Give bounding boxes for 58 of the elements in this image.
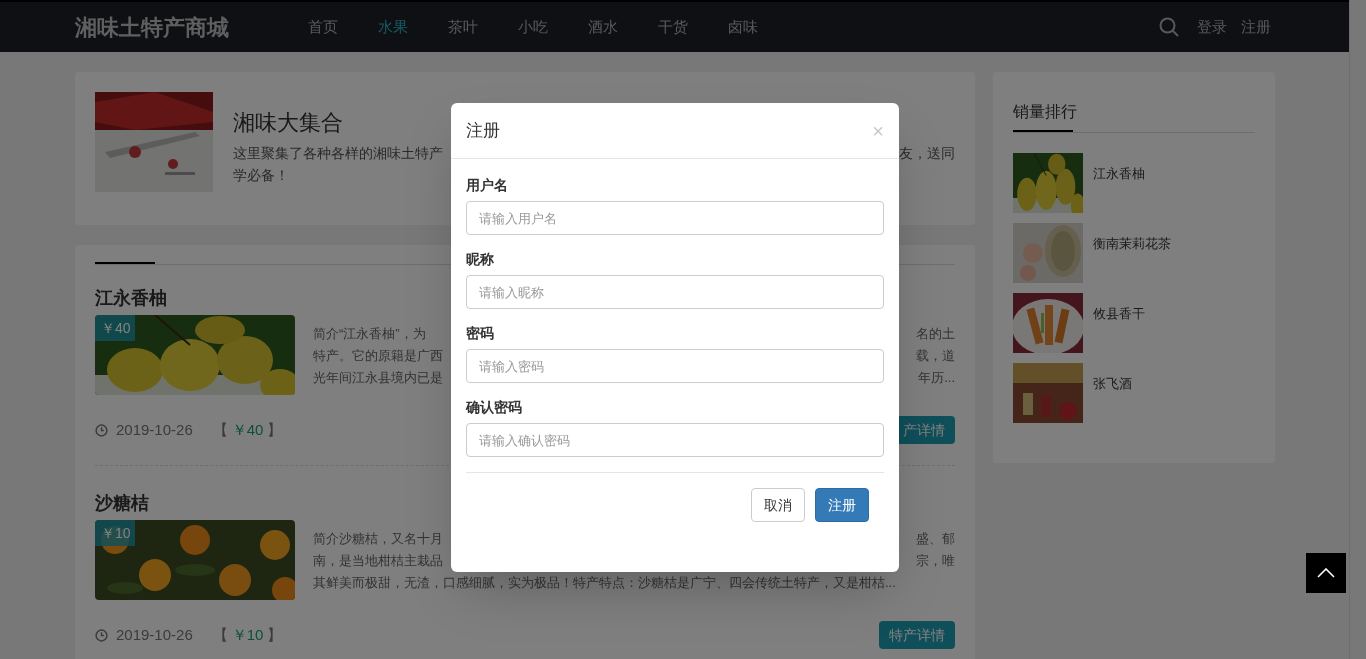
input-field[interactable]: 请输入密码	[466, 349, 884, 383]
description-text: 名的土	[916, 325, 955, 343]
price-badge: ￥10	[95, 520, 135, 546]
input-field[interactable]: 请输入用户名	[466, 201, 884, 235]
field-label: 密码	[466, 324, 495, 343]
bracket-text: 】	[267, 419, 283, 440]
dialog-title: 注册	[466, 119, 500, 142]
tab-underline	[95, 262, 155, 264]
dialog-button[interactable]: 注册	[815, 488, 869, 522]
chevron-up-icon	[1317, 568, 1335, 578]
description-text: 载，道	[916, 347, 955, 365]
nav-link[interactable]: 酒水	[588, 15, 658, 39]
intro-title: 湘味大集合	[233, 112, 343, 134]
clock-icon	[95, 423, 108, 437]
bracket-text: 】	[267, 624, 283, 645]
input-field[interactable]: 请输入确认密码	[466, 423, 884, 457]
detail-button[interactable]: 特产详情	[879, 621, 955, 649]
clock-icon	[95, 628, 108, 642]
nav-link[interactable]: 茶叶	[448, 15, 518, 39]
brand-logo[interactable]: 湘味土特产商城	[75, 10, 308, 44]
description-text: 友，送同	[899, 144, 955, 163]
price-text: ￥10	[231, 624, 264, 645]
dialog-button[interactable]: 取消	[751, 488, 805, 522]
price-text: ￥40	[231, 419, 264, 440]
description-text: 年历...	[918, 369, 955, 387]
ranking-item[interactable]: 江永香柚	[1093, 164, 1145, 184]
nav-link[interactable]: 干货	[658, 15, 728, 39]
field-label: 确认密码	[466, 398, 523, 417]
nav-link[interactable]: 小吃	[518, 15, 588, 39]
bracket-text: 【	[212, 624, 228, 645]
description-text: 学必备！	[233, 166, 289, 185]
nav-link[interactable]: 卤味	[728, 15, 798, 39]
ranking-item[interactable]: 衡南茉莉花茶	[1093, 234, 1171, 254]
post-date: 2019-10-26	[116, 419, 193, 440]
field-label: 用户名	[466, 176, 509, 195]
description-text: 简介“江永香柚”，为	[313, 325, 426, 343]
description-text: 简介沙糖桔，又名十月	[313, 530, 443, 548]
description-text: 其鲜美而极甜，无渣，口感细腻，实为极品！特产特点：沙糖桔是广宁、四会传统土特产，又是柑桔...	[313, 574, 896, 592]
ranking-item[interactable]: 攸县香干	[1093, 304, 1145, 324]
description-text: 南，是当地柑桔主栽品	[313, 552, 443, 570]
search-icon[interactable]	[1159, 17, 1179, 37]
back-to-top-button[interactable]	[1306, 553, 1346, 593]
auth-link[interactable]: 登录	[1197, 15, 1227, 39]
description-text: 这里聚集了各种各样的湘味土特产	[233, 144, 443, 163]
description-text: 特产。它的原籍是广西	[313, 347, 443, 365]
nav-link[interactable]: 首页	[308, 15, 378, 39]
post-date: 2019-10-26	[116, 624, 193, 645]
description-text: 宗，唯	[916, 552, 955, 570]
close-button[interactable]: ×	[872, 120, 884, 141]
field-label: 昵称	[466, 250, 495, 269]
input-field[interactable]: 请输入昵称	[466, 275, 884, 309]
description-text: 光年间江永县境内已是	[313, 369, 443, 387]
nav-link[interactable]: 水果	[378, 15, 448, 39]
description-text: 盛、郁	[916, 530, 955, 548]
ranking-item[interactable]: 张飞酒	[1093, 374, 1132, 394]
auth-link[interactable]: 注册	[1241, 15, 1271, 39]
price-badge: ￥40	[95, 315, 135, 341]
bracket-text: 【	[212, 419, 228, 440]
